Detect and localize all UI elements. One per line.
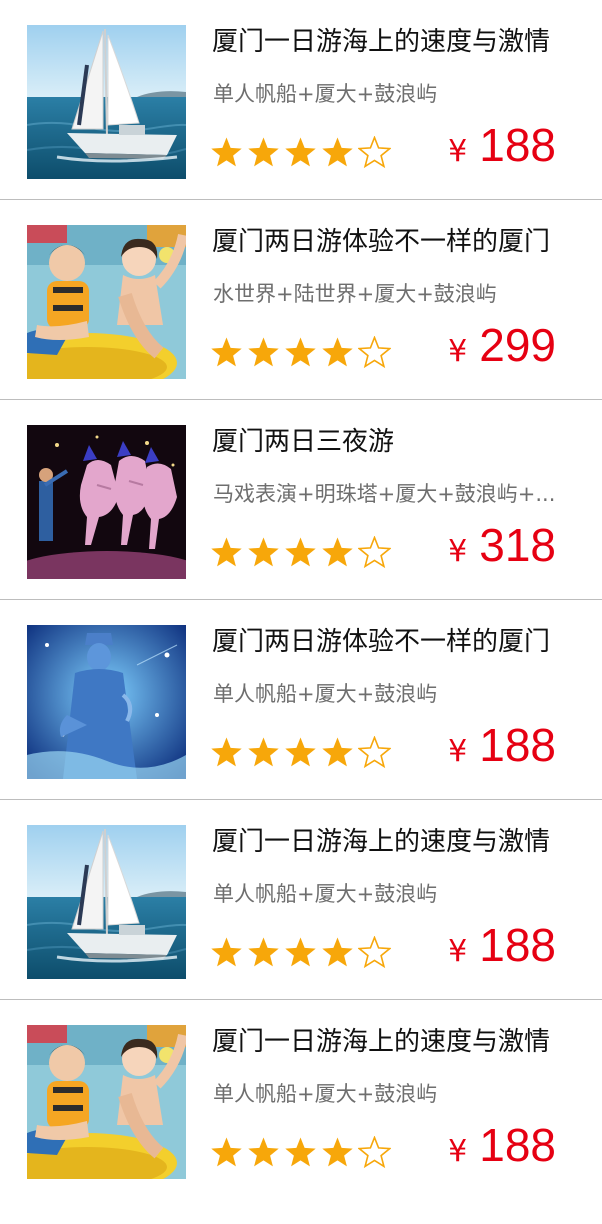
tour-image[interactable]	[27, 225, 186, 379]
star-filled-icon	[211, 937, 242, 967]
price: ¥188	[448, 1118, 556, 1178]
star-filled-icon	[285, 337, 316, 367]
tour-list: 厦门一日游海上的速度与激情 单人帆船+厦大+鼓浪屿 ¥188 厦门两日游体验不一…	[0, 0, 602, 1200]
star-filled-icon	[248, 337, 279, 367]
star-filled-icon	[248, 1137, 279, 1167]
tour-title[interactable]: 厦门两日游体验不一样的厦门	[212, 624, 592, 660]
tour-itinerary: 马戏表演+明珠塔+厦大+鼓浪屿+...	[213, 482, 556, 506]
price-amount: 188	[479, 1119, 556, 1171]
star-empty-icon	[358, 336, 391, 369]
tour-title[interactable]: 厦门两日三夜游	[212, 424, 592, 460]
star-filled-icon	[211, 337, 242, 367]
price: ¥188	[448, 118, 556, 178]
tour-itinerary: 单人帆船+厦大+鼓浪屿	[213, 82, 438, 106]
star-filled-icon	[285, 537, 316, 567]
star-filled-icon	[248, 937, 279, 967]
star-filled-icon	[322, 937, 353, 967]
list-item[interactable]: 厦门两日游体验不一样的厦门 单人帆船+厦大+鼓浪屿 ¥188	[0, 600, 602, 800]
sailboat-photo	[27, 825, 186, 979]
rating-stars	[210, 136, 391, 170]
list-item[interactable]: 厦门一日游海上的速度与激情 单人帆船+厦大+鼓浪屿 ¥188	[0, 0, 602, 200]
tour-image[interactable]	[27, 1025, 186, 1179]
star-filled-icon	[285, 1137, 316, 1167]
tour-image[interactable]	[27, 625, 186, 779]
tour-itinerary: 单人帆船+厦大+鼓浪屿	[213, 1082, 438, 1106]
star-empty-icon	[358, 136, 391, 169]
star-filled-icon	[322, 737, 353, 767]
water-park-photo	[27, 1025, 186, 1179]
star-filled-icon	[211, 1137, 242, 1167]
price-amount: 188	[479, 119, 556, 171]
circus-horses-photo	[27, 425, 186, 579]
star-filled-icon	[285, 737, 316, 767]
price: ¥299	[448, 318, 556, 378]
tour-image[interactable]	[27, 425, 186, 579]
star-filled-icon	[285, 137, 316, 167]
price: ¥318	[448, 518, 556, 578]
rating-stars	[210, 536, 391, 570]
price-amount: 188	[479, 719, 556, 771]
currency-symbol: ¥	[448, 934, 468, 969]
list-item[interactable]: 厦门一日游海上的速度与激情 单人帆船+厦大+鼓浪屿 ¥188	[0, 1000, 602, 1200]
currency-symbol: ¥	[448, 734, 468, 769]
star-empty-icon	[358, 736, 391, 769]
rating-stars	[210, 336, 391, 370]
tour-itinerary: 单人帆船+厦大+鼓浪屿	[213, 882, 438, 906]
tour-title[interactable]: 厦门一日游海上的速度与激情	[212, 24, 592, 60]
rating-stars	[210, 936, 391, 970]
tour-itinerary: 水世界+陆世界+厦大+鼓浪屿	[213, 282, 497, 306]
list-item[interactable]: 厦门两日游体验不一样的厦门 水世界+陆世界+厦大+鼓浪屿 ¥299	[0, 200, 602, 400]
price-amount: 318	[479, 519, 556, 571]
tour-itinerary: 单人帆船+厦大+鼓浪屿	[213, 682, 438, 706]
price: ¥188	[448, 718, 556, 778]
currency-symbol: ¥	[448, 134, 468, 169]
list-item[interactable]: 厦门两日三夜游 马戏表演+明珠塔+厦大+鼓浪屿+... ¥318	[0, 400, 602, 600]
star-filled-icon	[211, 737, 242, 767]
star-filled-icon	[248, 537, 279, 567]
star-empty-icon	[358, 536, 391, 569]
star-filled-icon	[322, 1137, 353, 1167]
tour-title[interactable]: 厦门一日游海上的速度与激情	[212, 1024, 592, 1060]
star-filled-icon	[248, 737, 279, 767]
star-empty-icon	[358, 936, 391, 969]
price-amount: 188	[479, 919, 556, 971]
price-amount: 299	[479, 319, 556, 371]
star-filled-icon	[322, 337, 353, 367]
star-filled-icon	[322, 537, 353, 567]
list-item[interactable]: 厦门一日游海上的速度与激情 单人帆船+厦大+鼓浪屿 ¥188	[0, 800, 602, 1000]
tour-image[interactable]	[27, 825, 186, 979]
price: ¥188	[448, 918, 556, 978]
star-filled-icon	[248, 137, 279, 167]
currency-symbol: ¥	[448, 534, 468, 569]
star-filled-icon	[211, 537, 242, 567]
tour-title[interactable]: 厦门一日游海上的速度与激情	[212, 824, 592, 860]
tour-image[interactable]	[27, 25, 186, 179]
rating-stars	[210, 736, 391, 770]
water-park-photo	[27, 225, 186, 379]
currency-symbol: ¥	[448, 334, 468, 369]
star-filled-icon	[322, 137, 353, 167]
star-empty-icon	[358, 1136, 391, 1169]
star-filled-icon	[285, 937, 316, 967]
rating-stars	[210, 1136, 391, 1170]
statue-photo	[27, 625, 186, 779]
sailboat-photo	[27, 25, 186, 179]
tour-title[interactable]: 厦门两日游体验不一样的厦门	[212, 224, 592, 260]
currency-symbol: ¥	[448, 1134, 468, 1169]
star-filled-icon	[211, 137, 242, 167]
